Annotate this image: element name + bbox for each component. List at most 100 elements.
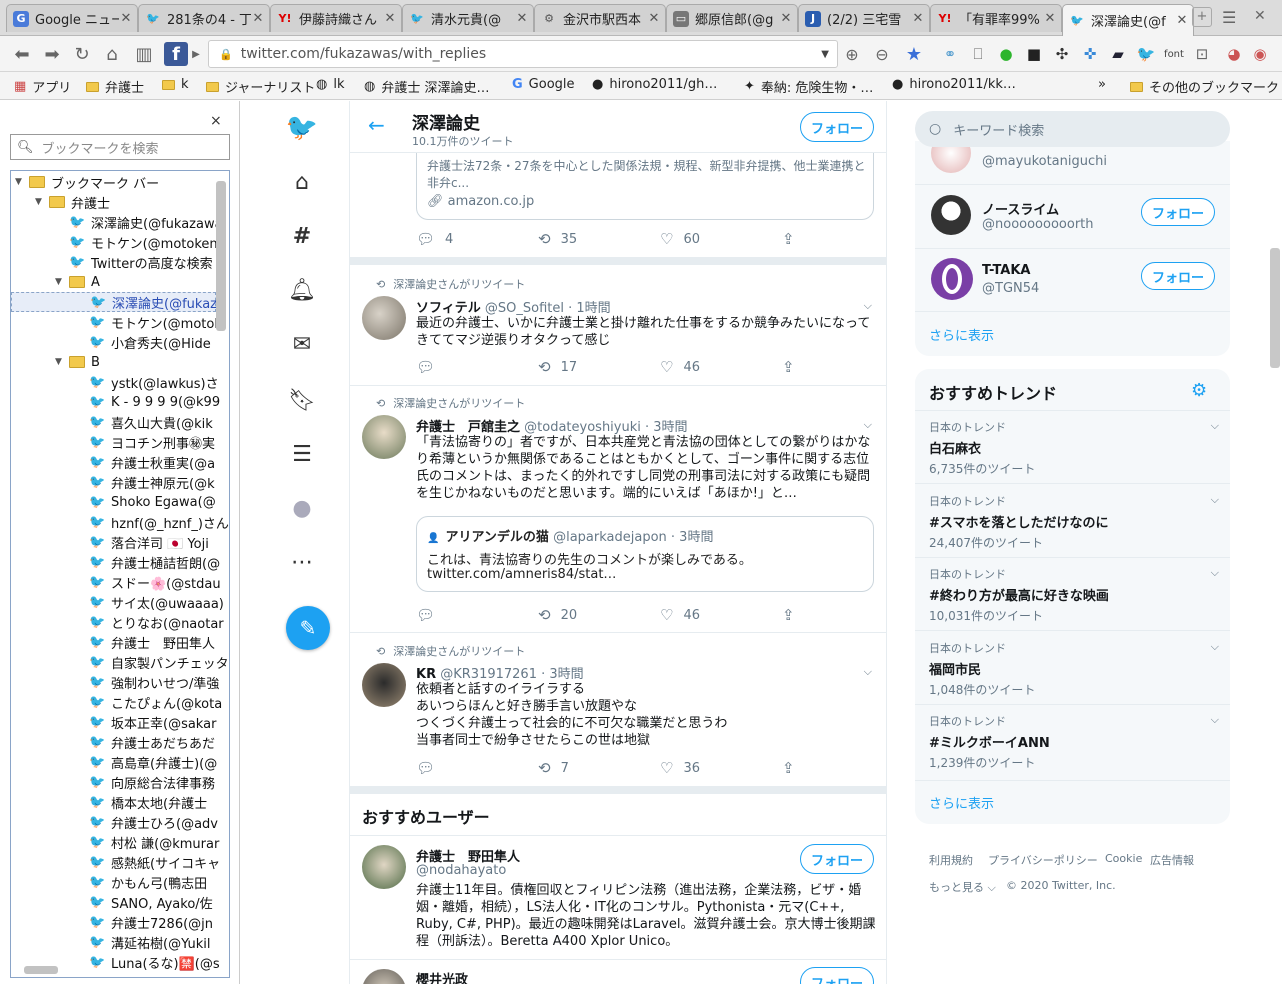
new-tab-button[interactable]: + (1192, 7, 1212, 27)
share-button[interactable]: ⇪ (782, 759, 805, 777)
retweet-button[interactable]: ⟲ 35 (538, 230, 577, 248)
share-button[interactable]: ⇪ (782, 606, 805, 624)
extension-icon[interactable]: ⊡ (1190, 42, 1214, 66)
avatar[interactable] (362, 663, 406, 707)
back-arrow-icon[interactable]: ← (368, 113, 385, 137)
quoted-tweet[interactable]: 👤 アリアンデルの猫 @laparkadejapon · 3時間 これは、青法協寄… (416, 516, 874, 592)
browser-tab[interactable]: Y! 伊藤詩織さん ✕ (270, 4, 402, 32)
tweet-menu-chevron-icon[interactable]: ⌵ (864, 299, 872, 313)
forward-icon[interactable]: ➡ (40, 42, 64, 66)
url-bar[interactable]: 🔒 twitter.com/fukazawas/with_replies ▼ (208, 40, 838, 68)
dropdown-icon[interactable]: ▼ (821, 49, 829, 60)
bookmark-apps[interactable]: ▦ アプリ (14, 77, 71, 96)
avatar[interactable] (362, 969, 406, 984)
bookmark-item[interactable]: 🐦 スドー🌸(@stdau (11, 572, 221, 592)
avatar[interactable] (362, 845, 406, 889)
bookmark-item[interactable]: G Google (512, 77, 575, 92)
user-name[interactable]: ノースライム (982, 199, 1059, 218)
footer-more-link[interactable]: もっと見る ⌵ (929, 879, 996, 895)
like-button[interactable]: ♡ 46 (660, 606, 700, 624)
bookmark-item[interactable]: 🐦 強制わいせつ/準強 (11, 672, 219, 692)
explore-hashtag-icon[interactable]: # (287, 221, 317, 251)
extension-icon[interactable]: ▰ (1106, 42, 1130, 66)
close-tab-icon[interactable]: ✕ (911, 11, 925, 26)
tweet-author[interactable]: KR @KR31917261 · 3時間 (416, 663, 584, 682)
bookmark-item[interactable]: 🐦 こたぴょん(@kota (11, 692, 222, 712)
extension-icon[interactable]: ✜ (1078, 42, 1102, 66)
bookmark-item[interactable]: 🐦 村松 謙(@kmurar (11, 832, 219, 852)
lists-icon[interactable]: ☰ (287, 439, 317, 469)
bookmark-item[interactable]: 🐦 弁護士秋重実(@a (11, 452, 216, 472)
bookmark-item[interactable]: 🐦 自家製パンチェッタ (11, 652, 229, 672)
bookmark-other-folder[interactable]: その他のブックマーク (1130, 77, 1279, 96)
more-icon[interactable]: ⋯ (287, 547, 317, 577)
zoom-in-icon[interactable]: ⊕ (840, 42, 864, 66)
like-button[interactable]: ♡ 60 (660, 230, 700, 248)
twitter-logo-icon[interactable]: 🐦 (286, 113, 318, 143)
avatar[interactable] (931, 258, 973, 300)
follow-button[interactable]: フォロー (800, 967, 874, 984)
close-tab-icon[interactable]: ✕ (1043, 11, 1057, 26)
back-icon[interactable]: ⬅ (10, 42, 34, 66)
bookmarks-icon[interactable]: 🔖︎ (287, 385, 317, 415)
browser-tab[interactable]: 🐦 清水元貴(@ ✕ (402, 4, 534, 32)
trend-item[interactable]: 日本のトレンド 福岡市民 1,048件のツイート ⌵ (929, 640, 1219, 698)
browser-tab[interactable]: J (2/2) 三宅雪 ✕ (798, 4, 930, 32)
trend-item[interactable]: 日本のトレンド #ミルクボーイANN 1,239件のツイート ⌵ (929, 713, 1219, 771)
bookmark-item[interactable]: 🐦 弁護士 野田隼人 (11, 632, 216, 652)
tree-hscrollbar[interactable] (14, 965, 214, 975)
bookmark-item[interactable]: 🐦 深澤論史(@fukaz (11, 292, 217, 312)
bookmark-item[interactable]: 🐦 深澤論史(@fukazawa (11, 212, 223, 232)
bookmark-folder[interactable]: 弁護士 (86, 77, 144, 96)
quoted-link[interactable]: twitter.com/amneris84/stat… (427, 567, 616, 582)
close-window-icon[interactable]: ✕ (1254, 8, 1266, 24)
share-button[interactable]: ⇪ (782, 230, 805, 248)
bookmark-item[interactable]: 🐦 向原総合法律事務 (11, 772, 216, 792)
trend-menu-chevron-icon[interactable]: ⌵ (1211, 419, 1219, 433)
close-tab-icon[interactable]: ✕ (515, 11, 529, 26)
evernote-icon[interactable]: ● (994, 42, 1018, 66)
bookmark-search-input[interactable]: 🔍︎ ブックマークを検索 (10, 134, 230, 160)
reply-button[interactable]: 💬︎ 4 (416, 230, 453, 248)
avatar[interactable] (931, 195, 971, 235)
trend-menu-chevron-icon[interactable]: ⌵ (1211, 640, 1219, 654)
like-button[interactable]: ♡ 46 (660, 358, 700, 376)
facebook-icon[interactable]: f (164, 42, 188, 66)
bookmark-item[interactable]: 🐦 弁護士神原元(@k (11, 472, 216, 492)
bookmark-item[interactable]: 🐦 K - 9 9 9 9(@k99 (11, 392, 220, 412)
follow-button[interactable]: フォロー (1141, 262, 1215, 290)
profile-icon[interactable]: ◉ (1248, 42, 1272, 66)
tweet-menu-chevron-icon[interactable]: ⌵ (864, 418, 872, 432)
close-tab-icon[interactable]: ✕ (1175, 13, 1189, 28)
trend-item[interactable]: 日本のトレンド #終わり方が最高に好きな映画 10,031件のツイート ⌵ (929, 566, 1219, 624)
link-card[interactable]: 弁護士法72条・27条を中心とした関係法規・規程、新型非弁提携、他士業連携と非弁… (416, 146, 874, 220)
trend-item[interactable]: 日本のトレンド 白石麻衣 6,735件のツイート ⌵ (929, 419, 1219, 477)
tweet-author[interactable]: ソフィテル @SO_Sofitel · 1時間 (416, 297, 611, 316)
settings-gear-icon[interactable]: ⚙ (1191, 380, 1207, 401)
follow-button[interactable]: フォロー (800, 844, 874, 874)
trend-menu-chevron-icon[interactable]: ⌵ (1211, 713, 1219, 727)
avatar[interactable] (362, 415, 406, 459)
follow-button[interactable]: フォロー (800, 112, 874, 142)
like-button[interactable]: ♡ 36 (660, 759, 700, 777)
bookmark-item[interactable]: 🐦 喜久山大貴(@kik (11, 412, 216, 432)
messages-mail-icon[interactable]: ✉ (287, 329, 317, 359)
browser-tab-active[interactable]: 🐦 深澤論史(@f ✕ (1062, 4, 1194, 36)
bookmark-folder-item[interactable]: ▼ B (11, 352, 216, 372)
reply-button[interactable]: 💬︎ (416, 606, 445, 624)
zoom-out-icon[interactable]: ⊖ (870, 42, 894, 66)
trend-menu-chevron-icon[interactable]: ⌵ (1211, 566, 1219, 580)
browser-tab[interactable]: ⚙ 金沢市駅西本 ✕ (534, 4, 666, 32)
browser-tab[interactable]: G Google ニュー ✕ (6, 4, 138, 32)
extension-icon[interactable]: ✣ (1050, 42, 1074, 66)
retweet-button[interactable]: ⟲ 17 (538, 358, 577, 376)
bookmark-folder-item[interactable]: ▼ 弁護士 (11, 192, 216, 212)
bookmark-item[interactable]: 🐦 感熱紙(サイコキャ (11, 852, 220, 872)
bookmark-item[interactable]: 🐦 坂本正幸(@sakar (11, 712, 216, 732)
bookmark-item[interactable]: 🐦 落合洋司 🇯🇵 Yoji (11, 532, 216, 552)
retweet-button[interactable]: ⟲ 20 (538, 606, 577, 624)
footer-terms-link[interactable]: 利用規約 (929, 852, 973, 868)
bookmark-item[interactable]: 🐦 高島章(弁護士)(@ (11, 752, 217, 772)
compose-tweet-button[interactable]: ✎ (286, 606, 330, 650)
extension-icon[interactable]: ◕ (1222, 42, 1246, 66)
